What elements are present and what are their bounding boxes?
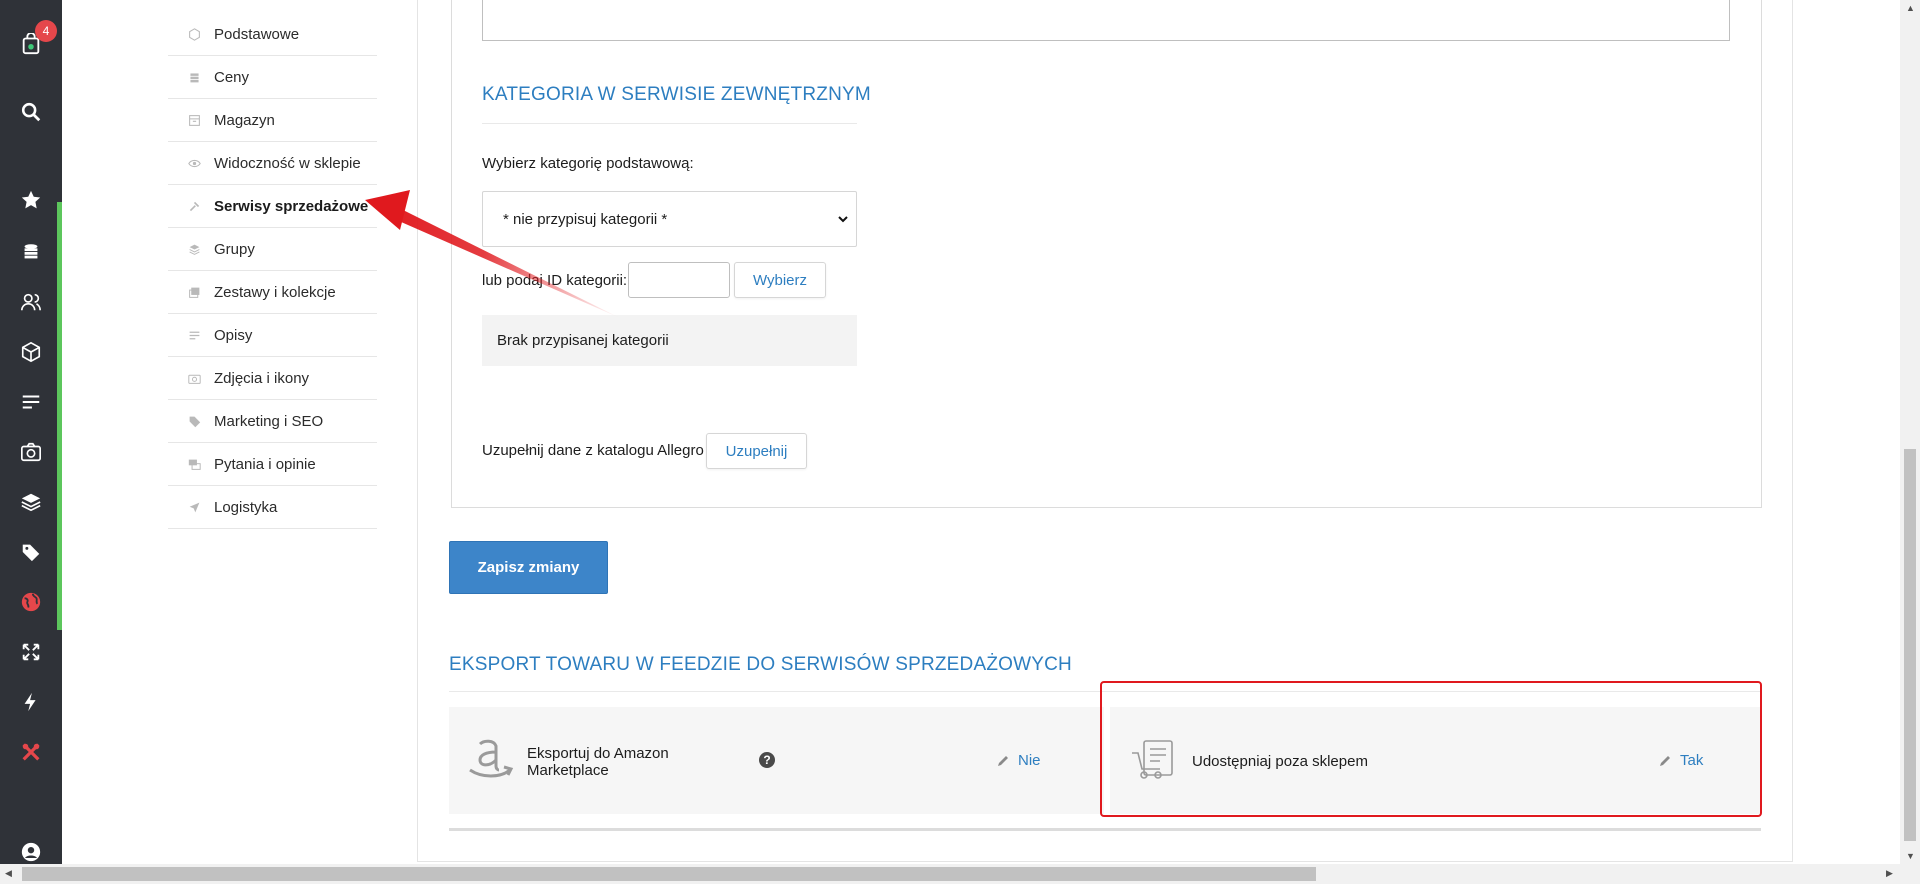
help-icon[interactable]: ? — [759, 752, 775, 768]
users-icon[interactable] — [0, 282, 62, 322]
vertical-scrollbar-thumb[interactable] — [1904, 449, 1916, 841]
allegro-label: Uzupełnij dane z katalogu Allegro — [482, 442, 704, 459]
category-select-value: * nie przypisuj kategorii * — [503, 210, 668, 228]
notification-badge[interactable]: 4 — [35, 20, 57, 42]
archive-icon — [184, 114, 204, 127]
submenu-item-label: Ceny — [214, 68, 250, 86]
amazon-logo-icon — [469, 739, 514, 778]
search-icon[interactable] — [0, 92, 62, 132]
coins-icon — [184, 71, 204, 84]
submenu-item-magazyn[interactable]: Magazyn — [168, 99, 377, 142]
submenu-item-ceny[interactable]: Ceny — [168, 56, 377, 99]
category-select[interactable]: * nie przypisuj kategorii * — [482, 191, 857, 247]
horizontal-scrollbar-thumb[interactable] — [22, 867, 1316, 881]
submenu-item-label: Serwisy sprzedażowe — [214, 197, 369, 215]
submenu-item-label: Pytania i opinie — [214, 455, 316, 473]
pencil-icon — [998, 755, 1008, 766]
no-category-info: Brak przypisanej kategorii — [482, 315, 857, 366]
submenu-item-label: Magazyn — [214, 111, 275, 129]
chevron-down-icon — [838, 216, 848, 223]
category-id-input[interactable] — [628, 262, 730, 298]
choose-button[interactable]: Wybierz — [734, 262, 826, 298]
category-box — [451, 0, 1762, 508]
submenu-item-label: Zdjęcia i ikony — [214, 369, 310, 387]
amazon-export-label-line1: Eksportuj do Amazon — [527, 745, 669, 762]
send-icon — [184, 501, 204, 514]
submenu-item-grupy[interactable]: Grupy — [168, 228, 377, 271]
submenu-item-logistyka[interactable]: Logistyka — [168, 486, 377, 529]
tags-icon — [184, 415, 204, 428]
submenu-item-label: Widoczność w sklepie — [214, 154, 361, 172]
section-bottom-border — [449, 828, 1761, 831]
submenu-item-podstawowe[interactable]: Podstawowe — [168, 13, 377, 56]
amazon-export-label-line2: Marketplace — [527, 762, 609, 779]
submenu-item-label: Podstawowe — [214, 25, 300, 43]
scroll-left-icon[interactable]: ◀ — [5, 868, 12, 879]
tags-icon[interactable] — [0, 532, 62, 572]
product-section-menu: Podstawowe Ceny Magazyn Widoczność w skl… — [168, 13, 377, 529]
tools-icon[interactable] — [0, 732, 62, 772]
id-label: lub podaj ID kategorii: — [482, 272, 628, 289]
submenu-item-label: Zestawy i kolekcje — [214, 283, 336, 301]
divider — [482, 123, 857, 124]
text-icon — [184, 329, 204, 342]
select-label: Wybierz kategorię podstawową: — [482, 155, 694, 172]
save-button[interactable]: Zapisz zmiany — [449, 541, 608, 594]
star-icon[interactable] — [0, 180, 62, 220]
gavel-icon — [184, 200, 204, 213]
submenu-item-zestawy[interactable]: Zestawy i kolekcje — [168, 271, 377, 314]
submenu-item-label: Marketing i SEO — [214, 412, 324, 430]
camera-icon — [184, 372, 204, 385]
coins-icon[interactable] — [0, 232, 62, 272]
expand-icon[interactable] — [0, 632, 62, 672]
list-icon[interactable] — [0, 382, 62, 422]
submenu-item-widocznosc[interactable]: Widoczność w sklepie — [168, 142, 377, 185]
export-section-title: EKSPORT TOWARU W FEEDZIE DO SERWISÓW SPR… — [449, 654, 1072, 675]
box-icon[interactable] — [0, 332, 62, 372]
bolt-icon[interactable] — [0, 682, 62, 722]
submenu-item-label: Logistyka — [214, 498, 278, 516]
layers-icon — [184, 243, 204, 256]
scroll-down-icon[interactable]: ▼ — [1906, 851, 1915, 861]
submenu-item-label: Grupy — [214, 240, 255, 258]
submenu-item-serwisy-sprzedazowe[interactable]: Serwisy sprzedażowe — [168, 185, 377, 228]
amazon-export-value: Nie — [1018, 752, 1041, 769]
scroll-up-icon[interactable]: ▲ — [1906, 3, 1915, 13]
submenu-item-opisy[interactable]: Opisy — [168, 314, 377, 357]
submenu-item-label: Opisy — [214, 326, 253, 344]
submenu-item-zdjecia[interactable]: Zdjęcia i ikony — [168, 357, 377, 400]
camera-icon[interactable] — [0, 432, 62, 472]
amazon-export-label: Eksportuj do Amazon Marketplace — [527, 745, 669, 779]
cube-icon — [184, 27, 204, 41]
comments-icon — [184, 458, 204, 471]
layers-icon[interactable] — [0, 482, 62, 522]
description-textarea[interactable] — [482, 0, 1730, 41]
submenu-item-pytania[interactable]: Pytania i opinie — [168, 443, 377, 486]
fill-allegro-button[interactable]: Uzupełnij — [706, 433, 807, 469]
scroll-right-icon[interactable]: ▶ — [1886, 868, 1893, 879]
eye-icon — [184, 157, 204, 170]
globe-icon[interactable] — [0, 582, 62, 622]
highlight-frame — [1100, 681, 1762, 817]
submenu-item-marketing[interactable]: Marketing i SEO — [168, 400, 377, 443]
category-section-title: KATEGORIA W SERWISIE ZEWNĘTRZNYM — [482, 84, 871, 105]
collection-icon — [184, 286, 204, 299]
amazon-export-toggle[interactable]: Nie — [996, 752, 1041, 769]
